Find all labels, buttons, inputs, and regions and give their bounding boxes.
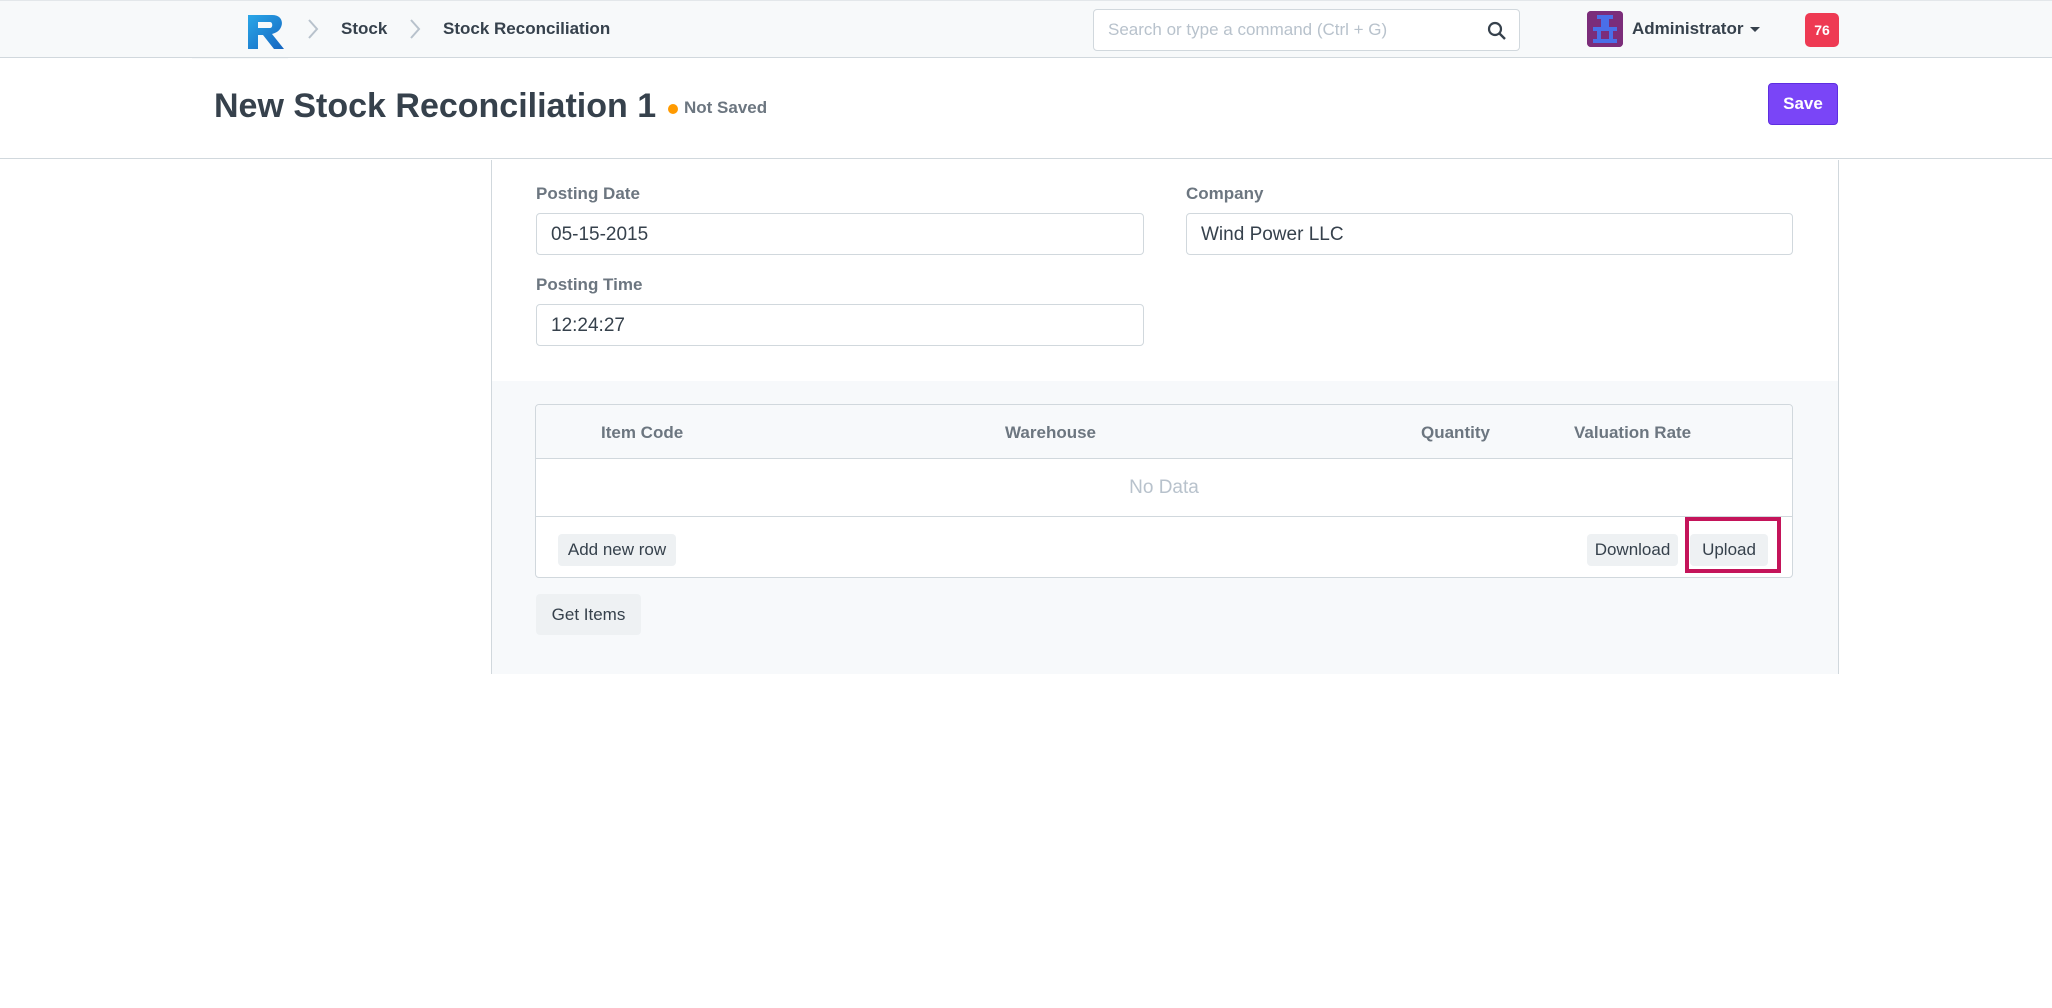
posting-date-label: Posting Date: [536, 184, 640, 203]
column-item-code: Item Code: [601, 423, 684, 442]
status-indicator-icon: [668, 104, 678, 114]
add-new-row-button[interactable]: Add new row: [558, 534, 676, 566]
column-quantity: Quantity: [1421, 423, 1490, 442]
posting-time-field[interactable]: 12:24:27: [536, 304, 1144, 346]
notification-badge[interactable]: 76: [1805, 13, 1839, 47]
get-items-button[interactable]: Get Items: [536, 594, 641, 635]
empty-state: No Data: [536, 459, 1792, 517]
status-text: Not Saved: [684, 98, 768, 117]
upload-highlight: [1685, 517, 1781, 573]
navbar: Stock Stock Reconciliation Administrator…: [0, 0, 2052, 58]
chevron-right-icon: [410, 19, 421, 39]
breadcrumb-stock[interactable]: Stock: [341, 19, 387, 39]
posting-time-label: Posting Time: [536, 275, 643, 294]
company-label: Company: [1186, 184, 1264, 203]
search-box[interactable]: [1093, 9, 1520, 51]
search-icon[interactable]: [1487, 21, 1507, 41]
posting-date-field[interactable]: 05-15-2015: [536, 213, 1144, 255]
company-field[interactable]: Wind Power LLC: [1186, 213, 1793, 255]
grid-header: Item Code Warehouse Quantity Valuation R…: [536, 405, 1792, 459]
search-input[interactable]: [1094, 10, 1454, 50]
caret-down-icon[interactable]: [1750, 27, 1760, 32]
page-title: New Stock Reconciliation 1: [214, 87, 657, 125]
chevron-right-icon: [308, 19, 319, 39]
download-button[interactable]: Download: [1587, 534, 1678, 566]
column-valuation-rate: Valuation Rate: [1574, 423, 1692, 442]
user-menu[interactable]: Administrator: [1632, 19, 1743, 39]
items-grid: Item Code Warehouse Quantity Valuation R…: [535, 404, 1793, 578]
app-logo-icon[interactable]: [246, 13, 288, 51]
save-button[interactable]: Save: [1768, 83, 1838, 125]
avatar-icon[interactable]: [1587, 11, 1623, 47]
breadcrumb-stock-reconciliation[interactable]: Stock Reconciliation: [443, 19, 610, 39]
column-warehouse: Warehouse: [1005, 423, 1097, 442]
page-head: New Stock Reconciliation 1 Not Saved Sav…: [0, 59, 2052, 159]
